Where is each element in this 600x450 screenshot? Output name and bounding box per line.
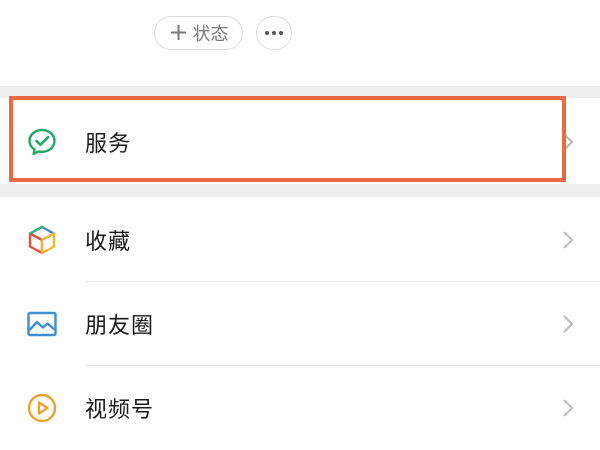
menu-item-channels[interactable]: 视频号 xyxy=(0,366,600,450)
channels-icon xyxy=(27,393,57,423)
plus-icon: + xyxy=(168,18,189,46)
chevron-right-icon xyxy=(563,315,574,333)
menu-item-label: 朋友圈 xyxy=(85,314,155,339)
more-options-button[interactable] xyxy=(256,16,292,50)
me-page: + 状态 服务 收藏 朋友圈 视频号 xyxy=(0,0,600,450)
more-icon-dot xyxy=(279,31,283,35)
profile-header-area: + 状态 xyxy=(0,0,600,86)
section-gap xyxy=(0,86,600,98)
more-icon-dot xyxy=(272,31,276,35)
favorites-icon xyxy=(28,225,56,255)
menu-item-label: 收藏 xyxy=(85,230,132,255)
add-status-button[interactable]: + 状态 xyxy=(154,16,243,50)
menu-item-service[interactable]: 服务 xyxy=(0,100,600,184)
chevron-right-icon xyxy=(563,133,574,151)
menu-item-label: 视频号 xyxy=(85,398,155,423)
menu-item-moments[interactable]: 朋友圈 xyxy=(0,282,600,366)
menu-item-label: 服务 xyxy=(85,132,132,157)
more-icon xyxy=(265,31,269,35)
chevron-right-icon xyxy=(563,399,574,417)
add-status-label: 状态 xyxy=(192,24,229,45)
moments-icon xyxy=(27,311,57,337)
menu-item-favorites[interactable]: 收藏 xyxy=(0,198,600,282)
service-icon xyxy=(28,128,56,156)
chevron-right-icon xyxy=(563,231,574,249)
section-gap xyxy=(0,184,600,197)
